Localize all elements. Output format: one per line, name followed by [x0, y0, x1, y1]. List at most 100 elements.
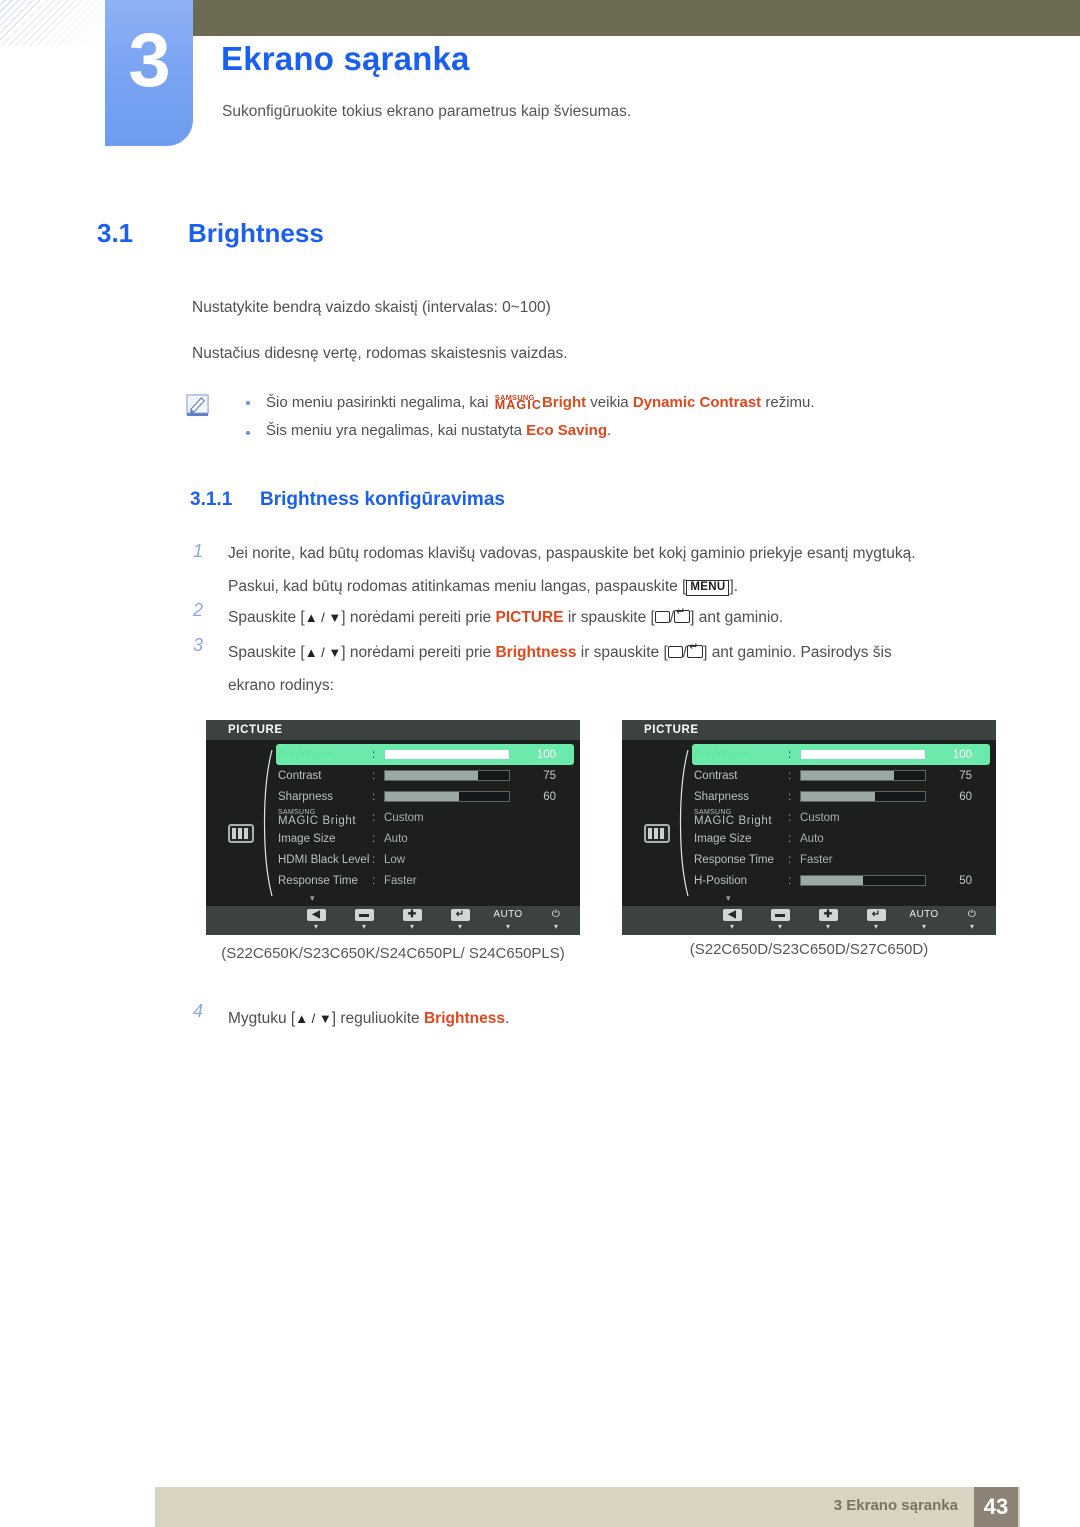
osd-slider-fill — [385, 792, 460, 801]
osd-button-caret: ▾ — [777, 922, 782, 931]
osd-colon: : — [372, 790, 376, 803]
updown-arrows-icon: ▲ / ▼ — [295, 1011, 332, 1026]
osd-row[interactable]: Image Size: Auto — [278, 828, 578, 849]
osd-button-caret: ▾ — [553, 922, 558, 931]
osd-row-label: Image Size — [278, 832, 336, 845]
power-button-icon: ⏻ — [967, 909, 977, 920]
osd-slider[interactable] — [800, 770, 926, 781]
step1-line2a: Paskui, kad būtų rodomas atitinkamas men… — [228, 578, 687, 595]
power-button[interactable]: ⏻ ▾ — [532, 909, 580, 931]
step-text-1: Jei norite, kad būtų rodomas klavišų vad… — [228, 537, 1018, 603]
osd-row[interactable]: Response Time: Faster — [278, 870, 578, 891]
enter-button-icon: ↵ — [866, 909, 886, 921]
osd-slider[interactable] — [800, 875, 926, 886]
menu-keycap: MENU — [686, 580, 730, 596]
osd-slider-fill — [385, 771, 478, 780]
updown-arrows-icon: ▲ / ▼ — [304, 610, 342, 625]
step3-post: ] ant gaminio. Pasirodys šis — [703, 644, 892, 661]
osd-screenshot-right: PICTURE Brightness: 100 Contrast: 75 Sharpne… — [622, 720, 996, 935]
osd-row[interactable]: HDMI Black Level: Low — [278, 849, 578, 870]
back-button[interactable]: ◀ ▾ — [708, 909, 756, 931]
osd-row[interactable]: Contrast: 75 — [694, 765, 994, 786]
step2-pre: Spauskite [ — [228, 609, 305, 626]
osd-row[interactable]: SAMSUNG MAGIC Bright: Custom — [694, 807, 994, 828]
osd-slider-value: 60 — [543, 790, 556, 803]
power-button-icon: ⏻ — [551, 909, 561, 920]
osd-button-caret: ▾ — [313, 922, 318, 931]
osd-left-rows: Brightness: 100 Contrast: 75 Sharpness: 60 SAM… — [276, 744, 578, 891]
step4-mid: ] reguliuokite — [331, 1010, 424, 1027]
enter-button-icon — [687, 642, 704, 658]
step-text-4: Mygtuku [▲ / ▼] reguliuokite Brightness. — [228, 1002, 1018, 1035]
osd-button-caret: ▾ — [873, 922, 878, 931]
magic-bright-word: Bright — [541, 394, 587, 411]
samsung-magic-logo: SAMSUNG MAGIC Bright — [694, 808, 773, 827]
note-item: Šis meniu yra negalimas, kai nustatyta E… — [238, 422, 998, 439]
step1-line1: Jei norite, kad būtų rodomas klavišų vad… — [228, 545, 916, 562]
picture-menu-icon — [644, 824, 670, 843]
osd-slider-fill — [801, 792, 876, 801]
osd-slider[interactable] — [384, 791, 510, 802]
osd-left-caption: (S22C650K/S23C650K/S24C650PL/ S24C650PLS… — [221, 945, 565, 962]
osd-button-caret: ▾ — [457, 922, 462, 931]
chapter-number: 3 — [128, 18, 170, 103]
step3-highlight-brightness: Brightness — [495, 644, 577, 661]
decorative-hatch — [0, 0, 108, 46]
back-button[interactable]: ◀ ▾ — [292, 909, 340, 931]
auto-button[interactable]: AUTO ▾ — [484, 909, 532, 931]
power-button[interactable]: ⏻ ▾ — [948, 909, 996, 931]
enter-button[interactable]: ↵ ▾ — [436, 909, 484, 931]
osd-row[interactable]: SAMSUNG MAGIC Bright: Custom — [278, 807, 578, 828]
osd-row[interactable]: H-Position: 50 — [694, 870, 994, 891]
minus-button[interactable]: ▬ ▾ — [756, 909, 804, 931]
section-title: Brightness — [188, 218, 324, 248]
step3-pre: Spauskite [ — [228, 644, 305, 661]
osd-slider-value: 75 — [959, 769, 972, 782]
osd-slider[interactable] — [384, 749, 510, 760]
footer-text: 3 Ekrano sąranka — [833, 1497, 958, 1514]
osd-slider[interactable] — [800, 749, 926, 760]
magic-magic-text: MAGIC Bright — [278, 815, 357, 827]
osd-row[interactable]: Contrast: 75 — [278, 765, 578, 786]
step3-mid2: ir spauskite [ — [576, 644, 668, 661]
step3-mid: ] norėdami pereiti prie — [341, 644, 496, 661]
magic-magic-text: MAGIC Bright — [694, 815, 773, 827]
osd-right-title: PICTURE — [622, 720, 996, 740]
samsung-magic-logo: SAMSUNG MAGIC Bright — [278, 808, 357, 827]
subsection-number: 3.1.1 — [190, 489, 233, 510]
osd-row-label: Sharpness — [694, 790, 749, 803]
step-text-3: Spauskite [▲ / ▼] norėdami pereiti prie … — [228, 636, 1018, 702]
osd-slider-value: 100 — [952, 748, 972, 761]
step-number-4: 4 — [193, 1001, 204, 1021]
osd-row[interactable]: Brightness: 100 — [276, 744, 574, 765]
osd-slider[interactable] — [384, 770, 510, 781]
osd-row[interactable]: Image Size: Auto — [694, 828, 994, 849]
osd-row[interactable]: Brightness: 100 — [692, 744, 990, 765]
osd-row[interactable]: Sharpness: 60 — [694, 786, 994, 807]
plus-button[interactable]: ✚ ▾ — [804, 909, 852, 931]
osd-row[interactable]: Response Time: Faster — [694, 849, 994, 870]
step-number-1: 1 — [193, 541, 204, 561]
note-text-suffix: režimu. — [761, 394, 815, 411]
enter-button[interactable]: ↵ ▾ — [852, 909, 900, 931]
osd-slider-fill — [385, 750, 509, 759]
osd-row-label: Brightness — [278, 748, 333, 761]
magic-magic-text: MAGIC — [494, 398, 542, 412]
minus-button[interactable]: ▬ ▾ — [340, 909, 388, 931]
step4-highlight-brightness: Brightness — [423, 1010, 505, 1027]
step3-line2: ekrano rodinys: — [228, 677, 334, 694]
osd-button-caret: ▾ — [409, 922, 414, 931]
osd-row-value: Custom — [800, 811, 840, 824]
osd-left-title: PICTURE — [206, 720, 580, 740]
auto-button[interactable]: AUTO ▾ — [900, 909, 948, 931]
plus-button[interactable]: ✚ ▾ — [388, 909, 436, 931]
source-button-icon — [654, 611, 670, 623]
osd-colon: : — [788, 748, 792, 761]
section-number: 3.1 — [97, 218, 134, 248]
footer-page-number: 43 — [974, 1487, 1018, 1527]
subsection-title: Brightness konfigūravimas — [260, 489, 505, 510]
osd-slider[interactable] — [800, 791, 926, 802]
osd-row[interactable]: Sharpness: 60 — [278, 786, 578, 807]
osd-right-rows: Brightness: 100 Contrast: 75 Sharpness: 60 SAM… — [692, 744, 994, 891]
osd-button-caret: ▾ — [825, 922, 830, 931]
